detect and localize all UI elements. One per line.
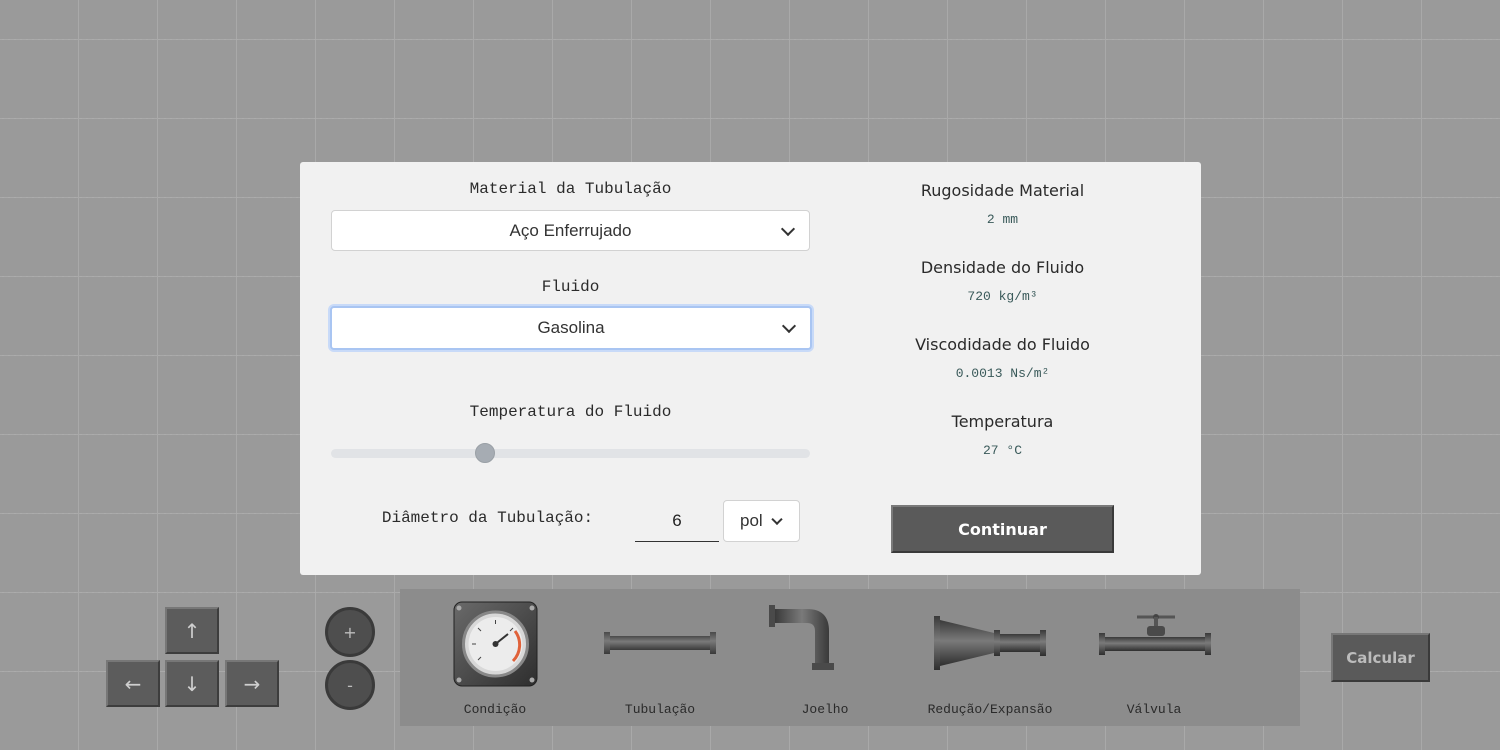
continue-button[interactable]: Continuar xyxy=(891,505,1114,553)
palette-item-reducao-label: Redução/Expansão xyxy=(927,702,1053,717)
chevron-down-icon xyxy=(780,221,796,236)
arrow-left-button[interactable]: ← xyxy=(106,660,160,707)
arrow-up-button[interactable]: ↑ xyxy=(165,607,219,654)
roughness-title: Rugosidade Material xyxy=(920,181,1085,200)
arrow-right-button[interactable]: → xyxy=(225,660,279,707)
fluid-label: Fluido xyxy=(541,278,600,296)
density-title: Densidade do Fluido xyxy=(920,258,1085,277)
palette-item-joelho-label: Joelho xyxy=(801,702,849,717)
pressure-gauge-icon[interactable] xyxy=(453,601,538,687)
arrow-down-button[interactable]: ↓ xyxy=(165,660,219,707)
elbow-pipe-icon[interactable] xyxy=(769,603,837,673)
temperature-title: Temperatura xyxy=(951,412,1054,431)
material-label: Material da Tubulação xyxy=(469,180,672,198)
roughness-value: 2 mm xyxy=(986,212,1019,227)
temperature-slider[interactable] xyxy=(331,449,810,458)
material-select-value: Aço Enferrujado xyxy=(509,220,632,240)
viscosity-value: 0.0013 Ns/m² xyxy=(955,366,1050,381)
temperature-label: Temperatura do Fluido xyxy=(469,403,672,421)
temperature-value: 27 °C xyxy=(982,443,1022,458)
chevron-down-icon xyxy=(781,318,797,334)
palette-item-tubulacao-label: Tubulação xyxy=(624,702,696,717)
material-select[interactable]: Aço Enferrujado xyxy=(331,210,810,251)
density-value: 720 kg/m³ xyxy=(967,289,1038,304)
calculate-button[interactable]: Calcular xyxy=(1331,633,1430,682)
diameter-label: Diâmetro da Tubulação: xyxy=(381,509,594,527)
viscosity-title: Viscodidade do Fluido xyxy=(915,335,1090,354)
diameter-unit-select[interactable]: pol xyxy=(723,500,800,542)
fluid-select-value: Gasolina xyxy=(537,318,605,337)
valve-icon[interactable] xyxy=(1099,611,1211,657)
chevron-down-icon xyxy=(771,513,783,526)
fluid-select[interactable]: Gasolina xyxy=(330,306,812,350)
reducer-icon[interactable] xyxy=(934,616,1046,671)
diameter-input[interactable]: 6 xyxy=(635,500,719,542)
pipe-icon[interactable] xyxy=(604,630,716,656)
zoom-in-button[interactable]: + xyxy=(325,607,375,657)
palette-item-valvula-label: Válvula xyxy=(1126,702,1182,717)
diameter-unit-value: pol xyxy=(740,511,763,530)
zoom-out-button[interactable]: - xyxy=(325,660,375,710)
palette-item-condicao-label: Condição xyxy=(463,702,527,717)
